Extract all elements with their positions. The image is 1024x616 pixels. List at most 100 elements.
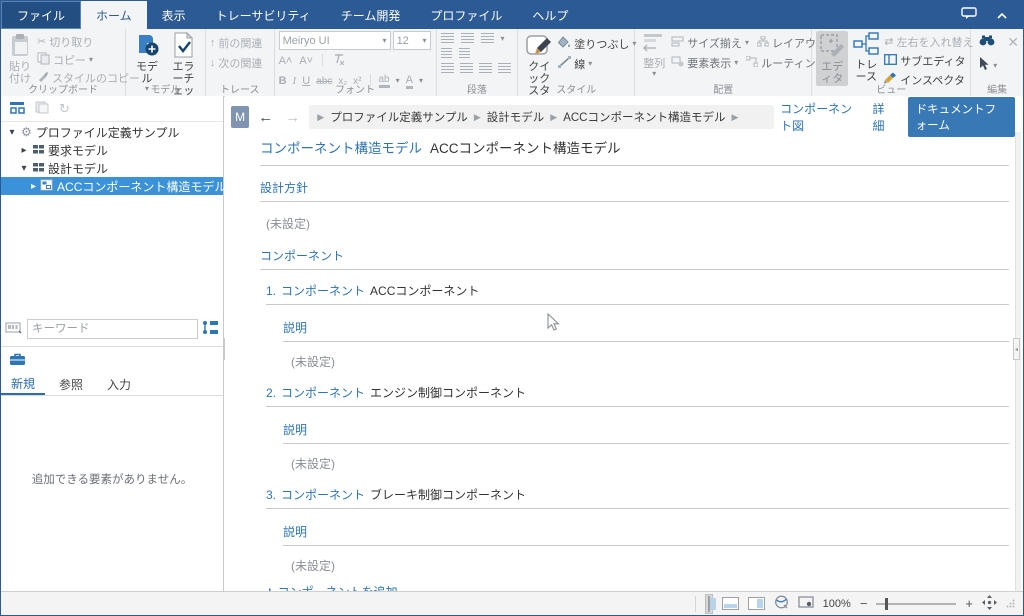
forward-icon[interactable]: → (282, 109, 303, 126)
keyword-search-input[interactable] (27, 319, 198, 339)
outdent-icon[interactable] (441, 48, 452, 59)
expander-icon[interactable]: ▸ (19, 145, 29, 156)
select-cursor-icon[interactable] (979, 57, 990, 74)
find-icon[interactable] (979, 35, 995, 50)
keyword-type-icon[interactable] (5, 319, 23, 340)
tab-home[interactable]: ホーム (81, 1, 147, 29)
component-item-heading[interactable]: 3.コンポーネントブレーキ制御コンポーネント (266, 486, 1009, 503)
single-pane-icon (708, 596, 710, 612)
prev-relation-button[interactable]: ↑前の関連 (210, 34, 263, 51)
toolbox-tabs: 新規 参照 入力 (1, 373, 223, 396)
cut-button[interactable]: ✂切り取り (37, 33, 140, 50)
indent-icon[interactable] (459, 48, 470, 59)
right-splitter[interactable] (1015, 132, 1021, 592)
zoom-in-button[interactable]: + (965, 596, 973, 611)
expander-icon[interactable]: ▾ (7, 127, 17, 138)
sync-icon[interactable]: ↻ (59, 101, 70, 117)
collapse-ribbon-icon[interactable] (997, 8, 1007, 22)
tab-new[interactable]: 新規 (1, 373, 45, 395)
fill-button[interactable]: 塗りつぶし▾ (558, 35, 636, 52)
desc-label: 説明 (283, 421, 1009, 438)
expander-icon[interactable]: ▸ (31, 181, 36, 192)
tree-item-acc-component-model[interactable]: ▸ ACCコンポーネント構造モデル (1, 177, 223, 195)
ribbon-group-view: エディタ トレース ⇄左右を入れ替え サブエディタ インスペクタ ビュー (812, 29, 971, 96)
tab-reference[interactable]: 参照 (49, 373, 93, 395)
trace-view-button[interactable]: トレース (850, 31, 882, 84)
zoom-slider[interactable] (876, 603, 956, 605)
tree-item-requirement-model[interactable]: ▸ 要求モデル (1, 141, 223, 159)
resize-grip[interactable] (1006, 597, 1015, 611)
grow-font-icon[interactable]: A˄ (279, 55, 293, 67)
next-relation-button[interactable]: ↓次の関連 (210, 54, 263, 71)
editor-view-button[interactable]: エディタ (816, 31, 848, 86)
justify-icon[interactable] (498, 63, 511, 74)
numbered-list-icon[interactable] (461, 33, 474, 44)
desc-label: 説明 (283, 523, 1009, 540)
breadcrumb-item[interactable]: 設計モデル (487, 109, 545, 125)
tree-item-design-model[interactable]: ▾ 設計モデル (1, 159, 223, 177)
tree-item-profile-sample[interactable]: ▾ ⚙ プロファイル定義サンプル (1, 123, 223, 141)
line-button[interactable]: 線▾ (558, 55, 636, 72)
design-policy-value[interactable]: (未設定) (266, 215, 1009, 232)
tab-team[interactable]: チーム開発 (326, 1, 416, 29)
hsplit-pane-button[interactable] (722, 597, 739, 610)
delete-icon[interactable]: ✕ (1007, 34, 1019, 51)
clear-format-icon[interactable] (332, 54, 345, 68)
breadcrumb[interactable]: ▶ プロファイル定義サンプル ▶ 設計モデル ▶ ACCコンポーネント構造モデル… (309, 105, 774, 129)
ribbon-group-edit: ✕ ▾ 編集 (971, 29, 1023, 96)
toolbox-icon[interactable] (9, 353, 26, 369)
vsplit-pane-button[interactable] (748, 597, 765, 610)
font-size-select[interactable]: 12▾ (393, 31, 431, 50)
breadcrumb-item[interactable]: ACCコンポーネント構造モデル (563, 109, 725, 125)
tab-input[interactable]: 入力 (97, 373, 141, 395)
paste-button[interactable]: 貼り付け (5, 31, 35, 86)
model-tree-icon[interactable] (9, 101, 25, 117)
align-right-icon[interactable] (479, 63, 492, 74)
right-splitter-handle[interactable]: ◂ (1013, 338, 1020, 360)
size-align-button[interactable]: サイズ揃え▾ (671, 34, 749, 51)
desc-value[interactable]: (未設定) (291, 353, 1009, 370)
back-icon[interactable]: ← (255, 109, 276, 126)
shrink-font-icon[interactable]: A˅ (299, 55, 313, 67)
align-button[interactable]: 整列 ▾ (639, 32, 669, 79)
tab-view[interactable]: 表示 (147, 1, 201, 29)
tab-traceability[interactable]: トレーサビリティ (201, 1, 326, 29)
model-badge: M (231, 106, 249, 128)
zoom-slider-thumb[interactable] (885, 598, 888, 610)
feedback-icon[interactable] (961, 7, 977, 23)
divider (266, 304, 1009, 305)
doc-title[interactable]: ACCコンポーネント構造モデル (430, 141, 621, 156)
font-family-select[interactable]: Meiryo UI▾ (279, 31, 391, 50)
multilevel-list-icon[interactable] (481, 33, 494, 44)
bullet-list-icon[interactable] (441, 33, 454, 44)
pan-icon[interactable] (982, 595, 997, 613)
single-pane-button[interactable] (705, 594, 713, 614)
tab-profile[interactable]: プロファイル (415, 1, 517, 29)
desc-value[interactable]: (未設定) (291, 455, 1009, 472)
view-link-component-diagram[interactable]: コンポーネント図 (780, 100, 856, 134)
swap-lr-button[interactable]: ⇄左右を入れ替え (884, 33, 973, 50)
presentation-icon[interactable] (798, 596, 814, 612)
divider (1, 346, 223, 347)
tab-file[interactable]: ファイル (1, 1, 81, 29)
tab-help[interactable]: ヘルプ (517, 1, 583, 29)
filter-tree-icon[interactable] (202, 320, 219, 338)
element-view-button[interactable]: 要素表示▾ (671, 54, 738, 71)
expander-icon[interactable]: ▾ (19, 163, 29, 174)
sub-editor-button[interactable]: サブエディタ (884, 52, 973, 69)
align-left-icon[interactable] (441, 63, 454, 74)
copy-tree-icon[interactable] (35, 101, 49, 117)
view-button-document-form[interactable]: ドキュメントフォーム (908, 97, 1015, 137)
align-center-icon[interactable] (460, 63, 473, 74)
copy-button[interactable]: コピー▾ (37, 51, 140, 68)
style-view-icon[interactable] (774, 595, 789, 612)
component-item-heading[interactable]: 1.コンポーネントACCコンポーネント (266, 282, 1009, 299)
view-link-detail[interactable]: 詳細 (873, 100, 892, 134)
ribbon-group-trace: ↑前の関連 ↓次の関連 トレース (206, 29, 275, 96)
component-item-heading[interactable]: 2.コンポーネントエンジン制御コンポーネント (266, 384, 1009, 401)
breadcrumb-item[interactable]: プロファイル定義サンプル (330, 109, 468, 125)
desc-value[interactable]: (未設定) (291, 557, 1009, 574)
zoom-out-button[interactable]: − (860, 596, 868, 611)
error-check-icon (171, 32, 195, 61)
ribbon-group-arrange: 整列 ▾ サイズ揃え▾ レイアウト▾ 要素表示▾ ルーティング▾ 配置 (635, 29, 812, 96)
